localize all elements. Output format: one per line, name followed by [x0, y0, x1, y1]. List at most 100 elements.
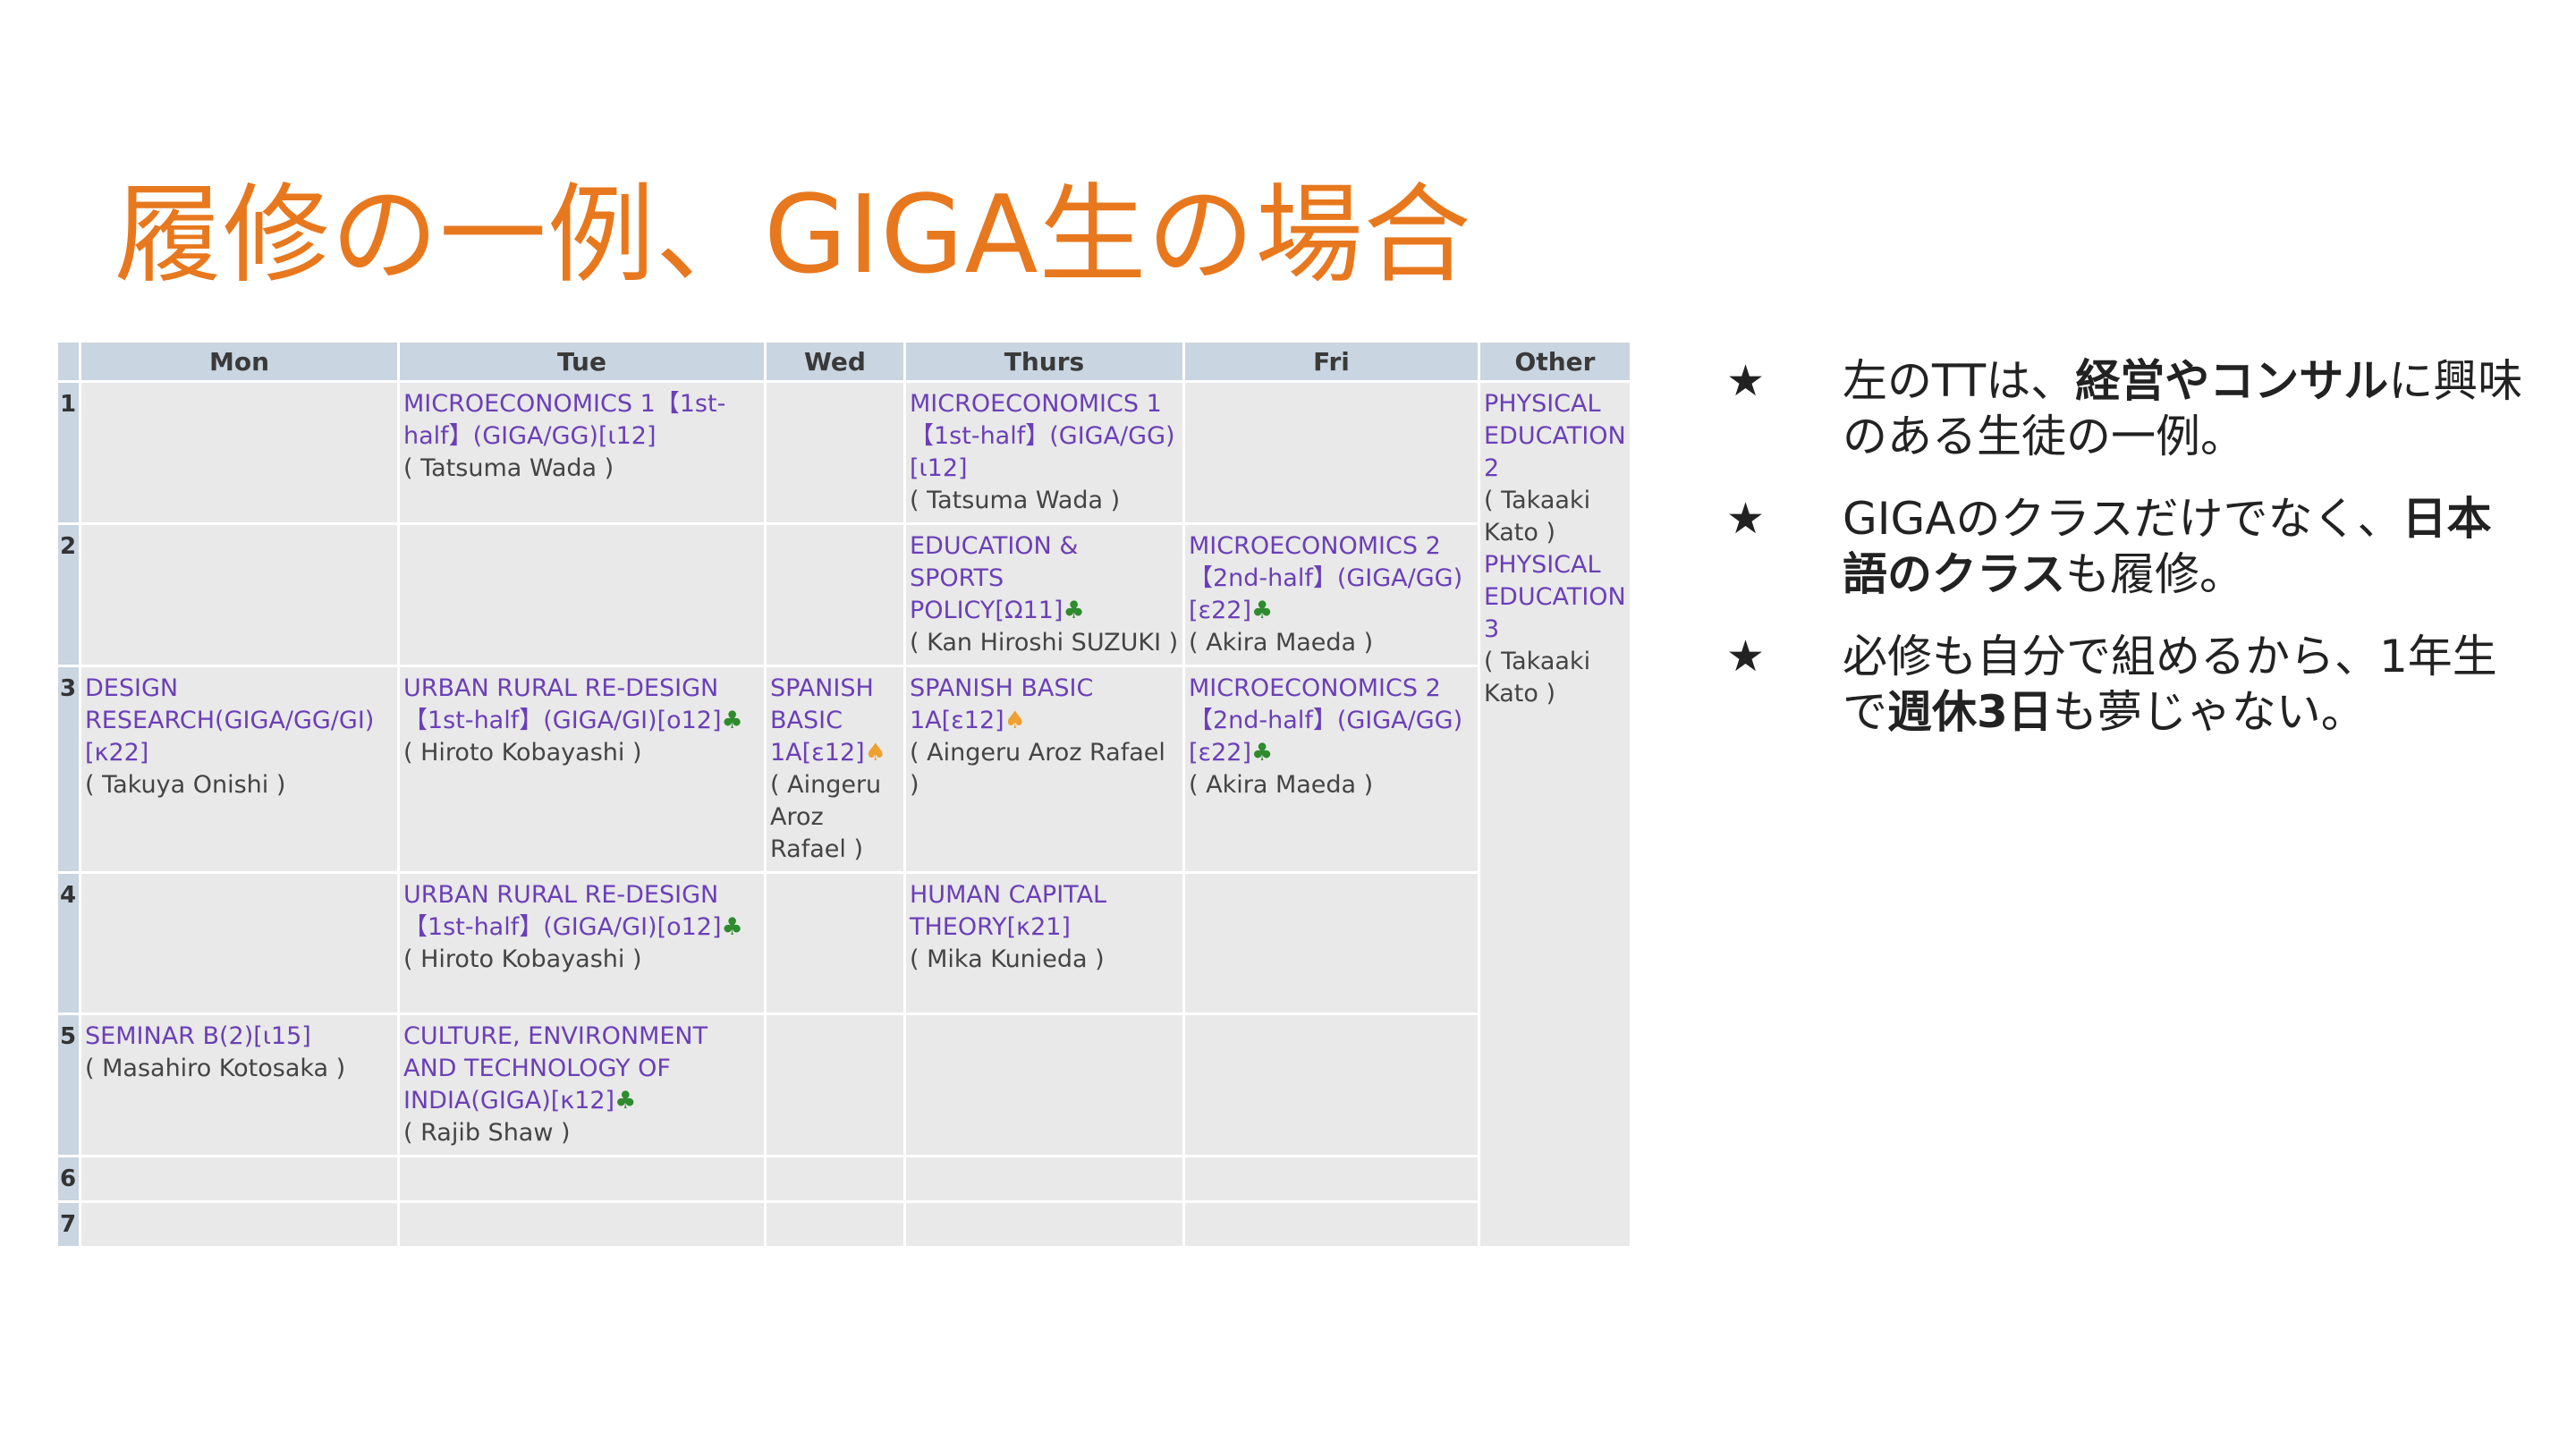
professor-name: ( Aingeru Aroz Rafael ): [910, 739, 1165, 799]
professor-name: ( Takaaki Kato ): [1484, 648, 1591, 708]
professor-name: ( Aingeru Aroz Rafael ): [770, 771, 882, 863]
course-name[interactable]: MICROECONOMICS 1【1st-half】(GIGA/GG)[ι12]: [910, 390, 1175, 482]
timetable: Mon Tue Wed Thurs Fri Other 1 MICROECONO…: [55, 340, 1632, 1249]
cell-tue-p1[interactable]: MICROECONOMICS 1【1st-half】(GIGA/GG)[ι12]…: [397, 380, 767, 525]
period-label: 4: [55, 871, 81, 1015]
professor-name: ( Akira Maeda ): [1189, 771, 1374, 799]
cell-wed-p1: [764, 380, 906, 525]
cell-thu-p5: [903, 1013, 1185, 1157]
club-mark-icon: ♣: [1251, 739, 1274, 767]
star-icon: ★: [1726, 631, 1766, 682]
course-name[interactable]: HUMAN CAPITAL THEORY[κ21]: [910, 881, 1106, 941]
period-label: 2: [55, 522, 81, 667]
star-icon: ★: [1726, 494, 1766, 544]
header-corner: [55, 340, 81, 383]
bullet-text-part: 左のTTは、: [1843, 355, 2076, 407]
bullet-text-part: も夢じゃない。: [2052, 686, 2366, 738]
course-name[interactable]: PHYSICAL EDUCATION 2: [1484, 390, 1626, 482]
cell-thu-p2[interactable]: EDUCATION & SPORTS POLICY[Ω11]♣ ( Kan Hi…: [903, 522, 1185, 667]
period-label: 7: [55, 1200, 81, 1249]
bullet-text: 左のTTは、経営やコンサルに興味のある生徒の一例。: [1843, 353, 2531, 464]
period-row-5: 5 SEMINAR B(2)[ι15] ( Masahiro Kotosaka …: [55, 1013, 1631, 1157]
timetable-header-row: Mon Tue Wed Thurs Fri Other: [55, 340, 1632, 383]
cell-tue-p4[interactable]: URBAN RURAL RE-DESIGN【1st-half】(GIGA/GI)…: [397, 871, 767, 1015]
cell-tue-p2: [397, 522, 767, 667]
period-label: 6: [55, 1155, 81, 1203]
period-label: 5: [55, 1013, 81, 1157]
bullet-text-part: GIGAのクラスだけでなく、: [1843, 493, 2402, 545]
cell-wed-p5: [764, 1013, 906, 1157]
period-row-7: 7: [55, 1200, 1631, 1249]
professor-name: ( Masahiro Kotosaka ): [85, 1055, 346, 1082]
cell-mon-p5[interactable]: SEMINAR B(2)[ι15] ( Masahiro Kotosaka ): [79, 1013, 400, 1157]
cell-tue-p7: [397, 1200, 767, 1249]
cell-wed-p4: [764, 871, 906, 1015]
professor-name: ( Tatsuma Wada ): [910, 487, 1121, 514]
spade-mark-icon: ♠: [1004, 707, 1026, 734]
header-wed: Wed: [764, 340, 906, 383]
header-mon: Mon: [79, 340, 400, 383]
cell-wed-p3[interactable]: SPANISH BASIC 1A[ε12]♠ ( Aingeru Aroz Ra…: [764, 665, 906, 874]
club-mark-icon: ♣: [721, 707, 743, 734]
spade-mark-icon: ♠: [864, 739, 886, 767]
period-label: 1: [55, 380, 81, 525]
cell-mon-p3[interactable]: DESIGN RESEARCH(GIGA/GG/GI)[κ22] ( Takuy…: [79, 665, 400, 874]
cell-thu-p1[interactable]: MICROECONOMICS 1【1st-half】(GIGA/GG)[ι12]…: [903, 380, 1185, 525]
cell-thu-p3[interactable]: SPANISH BASIC 1A[ε12]♠ ( Aingeru Aroz Ra…: [903, 665, 1185, 874]
course-name[interactable]: MICROECONOMICS 1【1st-half】(GIGA/GG)[ι12]: [403, 390, 725, 450]
professor-name: ( Hiroto Kobayashi ): [403, 739, 642, 767]
course-name[interactable]: MICROECONOMICS 2【2nd-half】(GIGA/GG)[ε22]: [1189, 674, 1462, 767]
course-name[interactable]: DESIGN RESEARCH(GIGA/GG/GI)[κ22]: [85, 674, 374, 767]
bullet-text-bold: 経営やコンサル: [2075, 355, 2389, 407]
cell-fri-p4: [1182, 871, 1480, 1015]
bullet-item: ★ GIGAのクラスだけでなく、日本語のクラスも履修。: [1726, 491, 2531, 602]
club-mark-icon: ♣: [721, 913, 743, 941]
cell-fri-p6: [1182, 1155, 1480, 1203]
header-other: Other: [1478, 340, 1632, 383]
cell-wed-p2: [764, 522, 906, 667]
slide-title: 履修の一例、GIGA生の場合: [114, 174, 1472, 298]
header-fri: Fri: [1182, 340, 1480, 383]
course-name[interactable]: URBAN RURAL RE-DESIGN【1st-half】(GIGA/GI)…: [403, 881, 722, 941]
course-name[interactable]: EDUCATION & SPORTS POLICY[Ω11]: [910, 532, 1078, 624]
cell-wed-p7: [764, 1200, 906, 1249]
course-name[interactable]: SEMINAR B(2)[ι15]: [85, 1022, 311, 1050]
period-row-2: 2 EDUCATION & SPORTS POLICY[Ω11]♣ ( Kan …: [55, 522, 1631, 667]
cell-fri-p3[interactable]: MICROECONOMICS 2【2nd-half】(GIGA/GG)[ε22]…: [1182, 665, 1480, 874]
cell-fri-p1: [1182, 380, 1480, 525]
professor-name: ( Rajib Shaw ): [403, 1119, 571, 1147]
professor-name: ( Takaaki Kato ): [1484, 487, 1591, 547]
course-name[interactable]: CULTURE, ENVIRONMENT AND TECHNOLOGY OF I…: [403, 1022, 708, 1114]
course-name[interactable]: SPANISH BASIC 1A[ε12]: [910, 674, 1093, 734]
bullet-item: ★ 必修も自分で組めるから、1年生で週休3日も夢じゃない。: [1726, 629, 2531, 740]
cell-fri-p5: [1182, 1013, 1480, 1157]
header-thurs: Thurs: [903, 340, 1185, 383]
cell-fri-p2[interactable]: MICROECONOMICS 2【2nd-half】(GIGA/GG)[ε22]…: [1182, 522, 1480, 667]
bullet-text-part: も履修。: [2065, 548, 2244, 600]
professor-name: ( Takuya Onishi ): [85, 771, 286, 799]
cell-tue-p6: [397, 1155, 767, 1203]
cell-thu-p4[interactable]: HUMAN CAPITAL THEORY[κ21] ( Mika Kunieda…: [903, 871, 1185, 1015]
cell-tue-p5[interactable]: CULTURE, ENVIRONMENT AND TECHNOLOGY OF I…: [397, 1013, 767, 1157]
course-name[interactable]: PHYSICAL EDUCATION 3: [1484, 551, 1626, 643]
cell-tue-p3[interactable]: URBAN RURAL RE-DESIGN【1st-half】(GIGA/GI)…: [397, 665, 767, 874]
course-name[interactable]: SPANISH BASIC 1A[ε12]: [770, 674, 874, 767]
cell-mon-p2: [79, 522, 400, 667]
cell-thu-p7: [903, 1200, 1185, 1249]
star-icon: ★: [1726, 356, 1766, 406]
club-mark-icon: ♣: [1063, 597, 1085, 624]
period-row-4: 4 URBAN RURAL RE-DESIGN【1st-half】(GIGA/G…: [55, 871, 1631, 1015]
bullet-text: 必修も自分で組めるから、1年生で週休3日も夢じゃない。: [1843, 629, 2531, 740]
bullet-text: GIGAのクラスだけでなく、日本語のクラスも履修。: [1843, 491, 2531, 602]
club-mark-icon: ♣: [614, 1087, 637, 1114]
club-mark-icon: ♣: [1251, 597, 1274, 624]
cell-other[interactable]: PHYSICAL EDUCATION 2 ( Takaaki Kato ) PH…: [1478, 380, 1632, 1249]
period-row-1: 1 MICROECONOMICS 1【1st-half】(GIGA/GG)[ι1…: [55, 380, 1632, 1249]
course-name[interactable]: MICROECONOMICS 2【2nd-half】(GIGA/GG)[ε22]: [1189, 532, 1462, 624]
bullet-list: ★ 左のTTは、経営やコンサルに興味のある生徒の一例。 ★ GIGAのクラスだけ…: [1726, 353, 2531, 767]
bullet-text-bold: 週休3日: [1887, 686, 2053, 738]
cell-mon-p7: [79, 1200, 400, 1249]
professor-name: ( Tatsuma Wada ): [403, 454, 614, 482]
bullet-item: ★ 左のTTは、経営やコンサルに興味のある生徒の一例。: [1726, 353, 2531, 464]
course-name[interactable]: URBAN RURAL RE-DESIGN【1st-half】(GIGA/GI)…: [403, 674, 722, 734]
